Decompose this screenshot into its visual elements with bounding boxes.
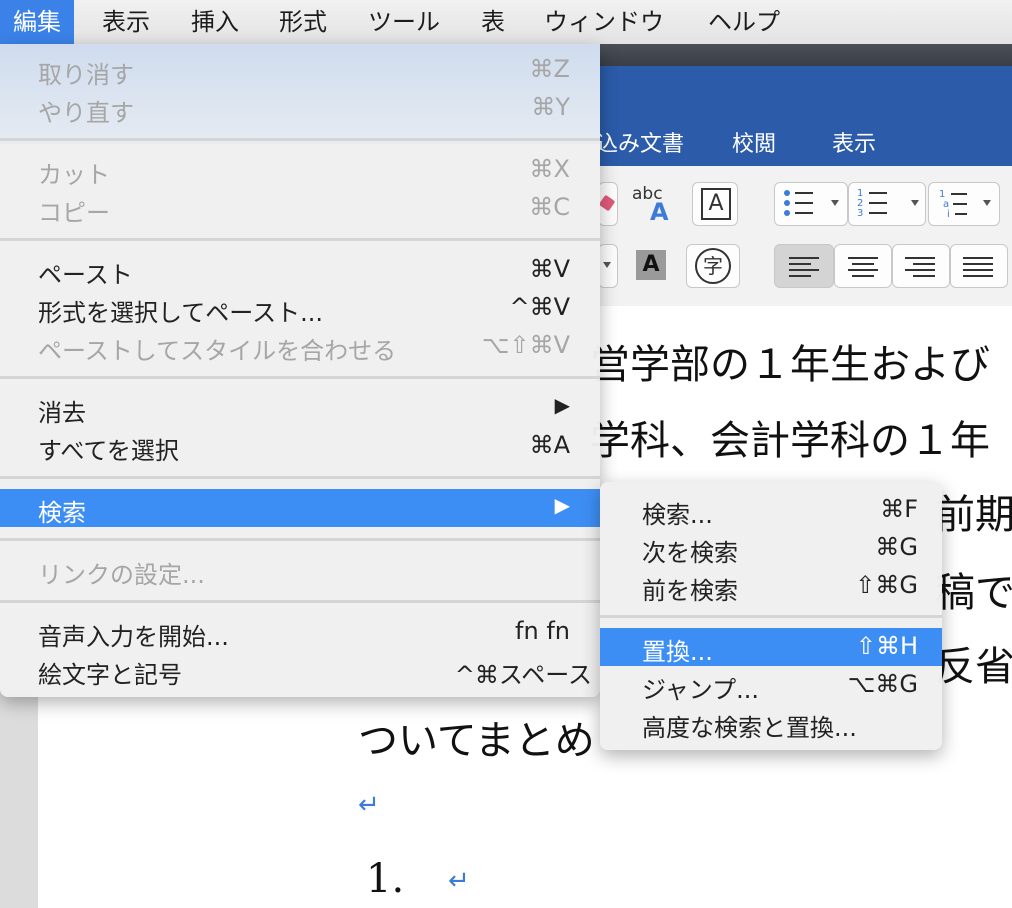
bullet-list-icon: [784, 190, 839, 216]
boxed-a-icon: A: [701, 188, 731, 220]
menu-bar: 編集 表示 挿入 形式 ツール 表 ウィンドウ ヘルプ: [0, 0, 1012, 45]
find-submenu: 検索... ⌘F 次を検索 ⌘G 前を検索 ⇧⌘G 置換... ⇧⌘H ジャンプ... ⌥…: [600, 482, 942, 750]
menu-separator: [0, 138, 600, 141]
shaded-a-icon: A: [636, 250, 666, 280]
menu-tools[interactable]: ツール: [355, 0, 453, 44]
menu-separator: [0, 600, 600, 603]
tab-review[interactable]: 校閲: [732, 126, 776, 158]
multilevel-list-icon: 1 a i: [939, 189, 991, 220]
svg-text:3: 3: [857, 208, 863, 219]
return-mark-icon: ↵: [358, 790, 380, 820]
menu-edit[interactable]: 編集: [0, 0, 74, 44]
menu-separator: [0, 238, 600, 241]
eraser-button[interactable]: [598, 182, 618, 226]
numbering-button[interactable]: 1 2 3: [848, 182, 926, 226]
align-center-button[interactable]: [834, 244, 892, 288]
window-left-edge: [0, 690, 38, 908]
align-left-button[interactable]: [774, 244, 834, 288]
enclose-char-button[interactable]: 字: [686, 244, 740, 288]
ribbon-toolbar: abc A A 1 2 3 1 a i A 字: [598, 166, 1012, 307]
submenu-arrow-icon: ▶: [554, 393, 570, 417]
spelling-a-icon: A: [650, 198, 669, 226]
menu-item-find[interactable]: 検索 ▶: [0, 489, 600, 527]
svg-text:i: i: [947, 209, 950, 220]
submenu-item-replace[interactable]: 置換... ⇧⌘H: [600, 628, 942, 666]
menu-item-clear[interactable]: 消去 ▶: [0, 389, 600, 427]
align-center-icon: [848, 257, 878, 277]
return-mark-icon: ↵: [448, 866, 470, 896]
char-shading-button[interactable]: A: [628, 244, 674, 288]
submenu-arrow-icon: ▶: [554, 493, 570, 517]
menu-item-cut[interactable]: カット ⌘X: [0, 151, 600, 189]
circled-char-icon: 字: [695, 248, 731, 284]
eraser-icon: [599, 195, 615, 211]
menu-separator: [600, 615, 942, 618]
menu-item-select-all[interactable]: すべてを選択 ⌘A: [0, 427, 600, 465]
submenu-item-find-previous[interactable]: 前を検索 ⇧⌘G: [600, 567, 942, 605]
menu-separator: [0, 538, 600, 541]
tab-mailings[interactable]: 込み文書: [596, 126, 684, 158]
submenu-item-find[interactable]: 検索... ⌘F: [600, 491, 942, 529]
menu-table[interactable]: 表: [468, 0, 518, 44]
doc-line-5: 反省: [935, 644, 1012, 690]
menu-item-redo[interactable]: やり直す ⌘Y: [0, 89, 600, 127]
align-right-icon: [905, 257, 935, 277]
menu-item-emoji[interactable]: 絵文字と記号 ^⌘スペース: [0, 651, 600, 689]
window-titlebar: [600, 44, 1012, 66]
numbered-list-icon: 1 2 3: [857, 188, 919, 219]
menu-format[interactable]: 形式: [266, 0, 340, 44]
menu-insert[interactable]: 挿入: [178, 0, 252, 44]
menu-window[interactable]: ウィンドウ: [531, 0, 677, 44]
menu-help[interactable]: ヘルプ: [695, 0, 793, 44]
doc-line-6: ついてまとめ: [358, 718, 595, 764]
doc-line-1: 営学部の１年生および: [590, 342, 990, 388]
text-border-button[interactable]: A: [692, 182, 738, 226]
align-left-icon: [789, 257, 819, 277]
bullets-button[interactable]: [774, 182, 848, 226]
doc-line-3: 前期に: [935, 492, 1012, 538]
justify-icon: [963, 257, 993, 277]
submenu-item-jump[interactable]: ジャンプ... ⌥⌘G: [600, 666, 942, 704]
menu-item-paste[interactable]: ペースト ⌘V: [0, 251, 600, 289]
tab-view[interactable]: 表示: [832, 126, 876, 158]
doc-line-4: 稿で: [935, 570, 1012, 616]
justify-button[interactable]: [950, 244, 1008, 288]
menu-item-link-settings[interactable]: リンクの設定...: [0, 551, 600, 589]
highlight-dropdown[interactable]: [598, 244, 618, 288]
menu-view[interactable]: 表示: [89, 0, 163, 44]
doc-line-2: 学科、会計学科の１年: [590, 418, 990, 464]
menu-item-start-dictation[interactable]: 音声入力を開始... fn fn: [0, 613, 600, 651]
spelling-button[interactable]: abc A: [622, 182, 682, 226]
submenu-item-advanced-find-replace[interactable]: 高度な検索と置換...: [600, 704, 942, 742]
align-right-button[interactable]: [892, 244, 950, 288]
menu-separator: [0, 376, 600, 379]
dropdown-arrow-icon: [603, 262, 611, 268]
menu-item-copy[interactable]: コピー ⌘C: [0, 189, 600, 227]
menu-item-paste-special[interactable]: 形式を選択してペースト... ^⌘V: [0, 289, 600, 327]
menu-item-paste-match-style[interactable]: ペーストしてスタイルを合わせる ⌥⇧⌘V: [0, 327, 600, 365]
menu-item-undo[interactable]: 取り消す ⌘Z: [0, 51, 600, 89]
numbered-item: 1.: [366, 856, 405, 902]
multilevel-list-button[interactable]: 1 a i: [928, 182, 1000, 226]
menu-separator: [0, 476, 600, 479]
submenu-item-find-next[interactable]: 次を検索 ⌘G: [600, 529, 942, 567]
